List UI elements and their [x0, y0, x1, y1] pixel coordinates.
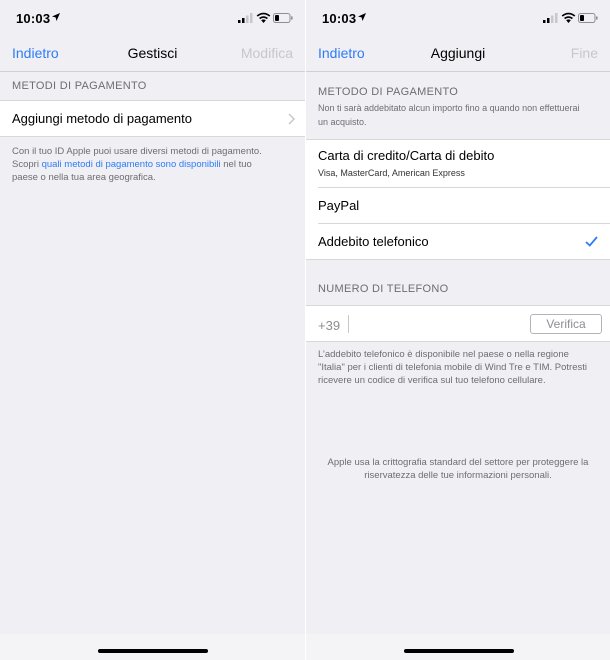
- page-title: Aggiungi: [430, 45, 486, 61]
- payment-option-phone-billing[interactable]: Addebito telefonico: [306, 224, 610, 260]
- add-payment-screen: 10:03 Indietro Aggiungi Fine METODO DI P…: [305, 0, 610, 660]
- home-indicator-area: [0, 634, 305, 660]
- status-time: 10:03: [16, 11, 51, 26]
- home-indicator-area: [306, 634, 610, 660]
- battery-icon: [578, 13, 598, 23]
- battery-icon: [273, 13, 293, 23]
- payment-option-sublabel: Visa, MasterCard, American Express: [318, 168, 465, 178]
- wifi-icon: [561, 12, 576, 23]
- verify-button[interactable]: Verifica: [530, 314, 602, 334]
- status-bar: 10:03: [306, 0, 610, 36]
- country-code-prefix: +39: [318, 318, 341, 333]
- location-arrow-icon: [52, 13, 60, 21]
- phone-billing-note: L’addebito telefonico è disponibile nel …: [318, 349, 587, 386]
- section-header-payment-method: METODO DI PAGAMENTO: [318, 86, 459, 98]
- section-header-payment-methods: METODI DI PAGAMENTO: [12, 80, 147, 92]
- navigation-bar: Indietro Aggiungi Fine: [306, 36, 610, 72]
- home-indicator[interactable]: [98, 649, 208, 653]
- status-bar: 10:03: [0, 0, 305, 36]
- payment-methods-footer: Con il tuo ID Apple puoi usare diversi m…: [12, 145, 275, 184]
- manage-payments-screen: 10:03 Indietro Gestisci Modifica METODI …: [0, 0, 305, 660]
- done-button[interactable]: Fine: [571, 45, 598, 61]
- payment-method-subtitle: Non ti sarà addebitato alcun importo fin…: [318, 103, 580, 127]
- phone-number-row: +39 Verifica: [306, 305, 610, 342]
- security-note: Apple usa la crittografia standard del s…: [327, 457, 589, 481]
- add-payment-method-row[interactable]: Aggiungi metodo di pagamento: [0, 100, 305, 137]
- payment-option-label: PayPal: [318, 198, 360, 213]
- location-arrow-icon: [358, 13, 366, 21]
- section-header-phone-number: NUMERO DI TELEFONO: [318, 283, 449, 295]
- chevron-right-icon: [288, 113, 295, 125]
- cellular-signal-icon: [543, 13, 558, 23]
- home-indicator[interactable]: [404, 649, 514, 653]
- edit-button[interactable]: Modifica: [241, 45, 293, 61]
- available-methods-link[interactable]: quali metodi di pagamento sono disponibi…: [42, 159, 221, 170]
- payment-option-label: Carta di credito/Carta di debito: [318, 148, 495, 163]
- payment-option-paypal[interactable]: PayPal: [306, 188, 610, 224]
- cellular-signal-icon: [238, 13, 253, 23]
- checkmark-icon: [585, 236, 598, 247]
- payment-option-label: Addebito telefonico: [318, 234, 429, 249]
- add-payment-method-label: Aggiungi metodo di pagamento: [12, 111, 192, 126]
- payment-option-card[interactable]: Carta di credito/Carta di debito Visa, M…: [306, 139, 610, 188]
- status-time: 10:03: [322, 11, 357, 26]
- text-cursor: [348, 315, 349, 333]
- wifi-icon: [256, 12, 271, 23]
- navigation-bar: Indietro Gestisci Modifica: [0, 36, 305, 72]
